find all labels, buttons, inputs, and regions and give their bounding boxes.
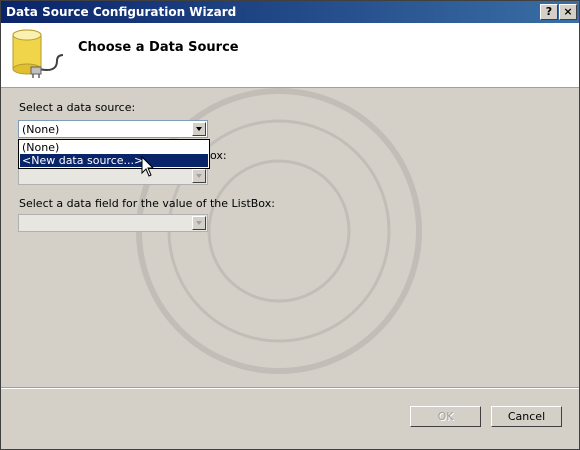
- value-field-label: Select a data field for the value of the…: [19, 197, 275, 210]
- data-source-combobox[interactable]: (None): [18, 120, 208, 138]
- dropdown-arrow-icon[interactable]: [192, 122, 206, 136]
- display-field-label: ox:: [210, 149, 227, 162]
- page-title: Choose a Data Source: [78, 40, 239, 55]
- close-button[interactable]: ×: [559, 4, 577, 20]
- dropdown-arrow-icon: [192, 216, 206, 230]
- ok-button[interactable]: OK: [410, 406, 481, 427]
- dropdown-arrow-icon: [192, 169, 206, 183]
- value-field-combobox: [18, 214, 208, 232]
- wizard-window: Data Source Configuration Wizard ? × Cho…: [0, 0, 580, 450]
- mouse-cursor-icon: [141, 156, 155, 177]
- cancel-button[interactable]: Cancel: [491, 406, 562, 427]
- wizard-header: Choose a Data Source: [1, 23, 579, 88]
- footer-divider: [1, 387, 579, 389]
- data-source-label: Select a data source:: [19, 101, 136, 114]
- help-button[interactable]: ?: [540, 4, 558, 20]
- dropdown-option-none[interactable]: (None): [20, 141, 208, 154]
- dropdown-option-new-data-source[interactable]: <New data source...>: [20, 154, 208, 167]
- data-source-value: (None): [22, 123, 60, 136]
- database-plug-icon: [12, 29, 64, 78]
- title-bar[interactable]: Data Source Configuration Wizard ? ×: [1, 1, 579, 23]
- data-source-dropdown-list: (None) <New data source...>: [18, 139, 210, 169]
- window-title: Data Source Configuration Wizard: [6, 5, 237, 19]
- display-field-combobox: [18, 167, 208, 185]
